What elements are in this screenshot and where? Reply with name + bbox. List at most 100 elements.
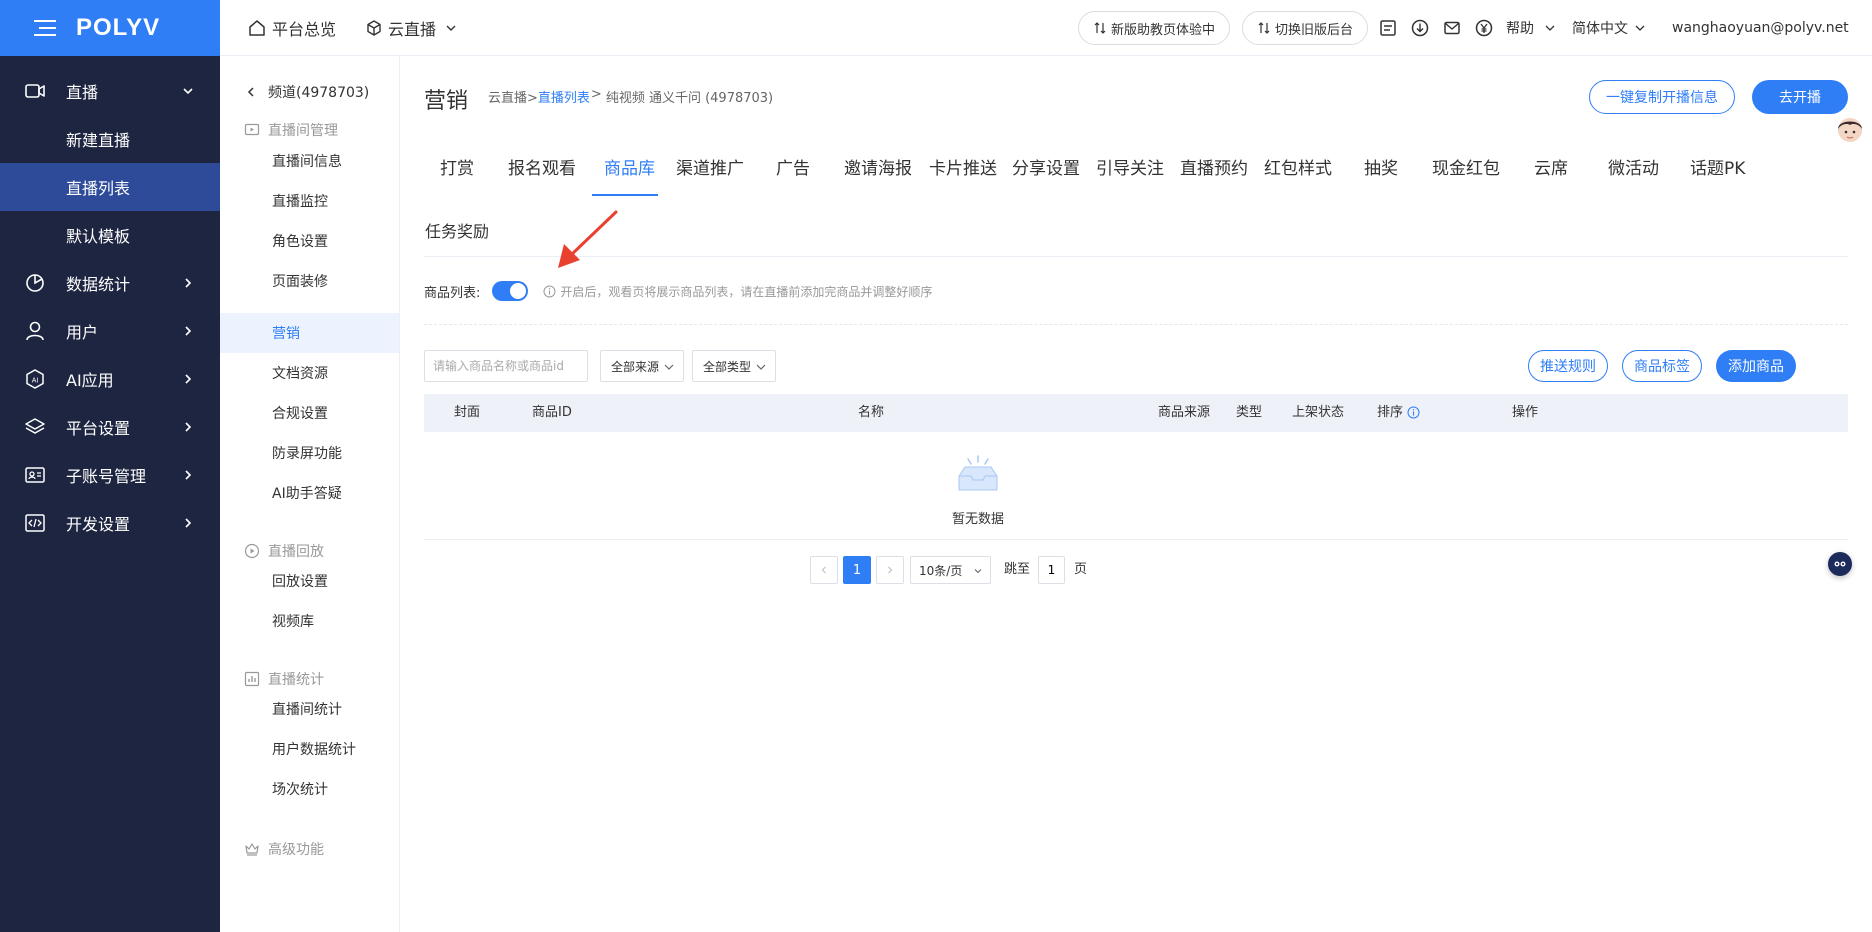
sidebar-item-live-list[interactable]: 直播列表 bbox=[0, 163, 220, 211]
platform-overview-link[interactable]: 平台总览 bbox=[248, 0, 336, 56]
breadcrumb-root[interactable]: 云直播> bbox=[488, 87, 538, 106]
copy-live-info-button[interactable]: 一键复制开播信息 bbox=[1589, 80, 1735, 114]
subnav-group-advanced: 高级功能 bbox=[244, 839, 324, 859]
subnav-item-room-stats[interactable]: 直播间统计 bbox=[220, 689, 399, 729]
subnav-item-video-library[interactable]: 视频库 bbox=[220, 601, 399, 641]
sidebar-group-label: 平台设置 bbox=[66, 419, 131, 438]
product-tags-button[interactable]: 商品标签 bbox=[1622, 350, 1702, 382]
tab-card-push[interactable]: 卡片推送 bbox=[929, 154, 997, 196]
add-product-button[interactable]: 添加商品 bbox=[1716, 350, 1796, 382]
sidebar-group-user[interactable]: 用户 bbox=[0, 307, 220, 355]
help-dropdown[interactable]: 帮助 bbox=[1506, 0, 1562, 56]
sidebar-group-label: 子账号管理 bbox=[66, 467, 147, 486]
mail-icon[interactable] bbox=[1442, 18, 1462, 38]
cloud-live-dropdown[interactable]: 云直播 bbox=[366, 0, 464, 56]
prev-page-button[interactable] bbox=[810, 556, 838, 584]
tab-invite-poster[interactable]: 邀请海报 bbox=[844, 154, 912, 196]
sidebar-group-dev-settings[interactable]: 开发设置 bbox=[0, 499, 220, 547]
subnav-item-playback-settings[interactable]: 回放设置 bbox=[220, 561, 399, 601]
download-icon[interactable] bbox=[1410, 18, 1430, 38]
tab-cash-red-packet[interactable]: 现金红包 bbox=[1432, 154, 1500, 196]
switch-old-backend-button[interactable]: 切换旧版后台 bbox=[1242, 11, 1369, 45]
new-assistant-page-button[interactable]: 新版助教页体验中 bbox=[1078, 11, 1231, 45]
subnav-item-ai-assistant[interactable]: AI助手答疑 bbox=[220, 473, 399, 513]
hamburger-menu-icon[interactable] bbox=[34, 19, 56, 37]
tab-micro-activity[interactable]: 微活动 bbox=[1608, 154, 1659, 196]
subnav-item-role-settings[interactable]: 角色设置 bbox=[220, 221, 399, 261]
tab-guide-follow[interactable]: 引导关注 bbox=[1096, 154, 1164, 196]
svg-text:AI: AI bbox=[32, 378, 39, 385]
language-dropdown[interactable]: 简体中文 bbox=[1572, 0, 1652, 56]
jump-page-input[interactable] bbox=[1038, 556, 1065, 584]
subnav-item-live-monitor[interactable]: 直播监控 bbox=[220, 181, 399, 221]
sidebar-group-platform-settings[interactable]: 平台设置 bbox=[0, 403, 220, 451]
main-content: 营销 云直播> 直播列表 > 纯视频 通义千问 (4978703) 一键复制开播… bbox=[400, 56, 1872, 932]
column-type: 类型 bbox=[1236, 405, 1263, 420]
next-page-button[interactable] bbox=[876, 556, 904, 584]
breadcrumb-current: 纯视频 通义千问 (4978703) bbox=[605, 91, 774, 106]
sidebar-group-data-stats[interactable]: 数据统计 bbox=[0, 259, 220, 307]
sidebar-group-label: 数据统计 bbox=[66, 275, 131, 294]
ai-bot-float-button[interactable] bbox=[1828, 552, 1852, 576]
sidebar-item-default-template[interactable]: 默认模板 bbox=[0, 211, 220, 259]
sidebar-group-sub-accounts[interactable]: 子账号管理 bbox=[0, 451, 220, 499]
tab-channel-promotion[interactable]: 渠道推广 bbox=[676, 154, 744, 196]
document-icon[interactable] bbox=[1378, 18, 1398, 38]
chevron-down-icon bbox=[664, 364, 674, 370]
chevron-right-icon bbox=[185, 278, 192, 288]
yen-icon[interactable] bbox=[1474, 18, 1494, 38]
product-search-input[interactable] bbox=[424, 350, 588, 382]
subnav-item-user-data-stats[interactable]: 用户数据统计 bbox=[220, 729, 399, 769]
subnav-item-marketing[interactable]: 营销 bbox=[220, 313, 399, 353]
subnav-group-room-mgmt: 直播间管理 bbox=[244, 120, 338, 140]
account-menu[interactable]: wanghaoyuan@polyv.net bbox=[1672, 0, 1849, 56]
tab-lottery[interactable]: 抽奖 bbox=[1364, 154, 1398, 196]
bot-eyes-icon bbox=[1834, 561, 1846, 567]
tab-task-reward[interactable]: 任务奖励 bbox=[425, 218, 489, 260]
tab-live-reservation[interactable]: 直播预约 bbox=[1180, 154, 1248, 196]
back-to-channel[interactable]: 频道(4978703) bbox=[244, 82, 369, 102]
info-icon[interactable] bbox=[1407, 406, 1420, 419]
go-live-button[interactable]: 去开播 bbox=[1752, 80, 1848, 114]
subnav-item-anti-recording[interactable]: 防录屏功能 bbox=[220, 433, 399, 473]
page-size-value: 10条/页 bbox=[919, 563, 963, 578]
tab-cloud-seat[interactable]: 云席 bbox=[1534, 154, 1568, 196]
subnav-item-page-decoration[interactable]: 页面装修 bbox=[220, 261, 399, 301]
type-filter-value: 全部类型 bbox=[703, 359, 752, 374]
subnav-item-compliance[interactable]: 合规设置 bbox=[220, 393, 399, 433]
sidebar-group-ai[interactable]: AI AI应用 bbox=[0, 355, 220, 403]
subnav-group-stats: 直播统计 bbox=[244, 669, 324, 689]
tab-ads[interactable]: 广告 bbox=[776, 154, 810, 196]
product-list-label: 商品列表: bbox=[424, 285, 481, 301]
chevron-down-icon bbox=[446, 25, 456, 31]
column-sort: 排序 bbox=[1377, 394, 1420, 432]
page-number-current[interactable]: 1 bbox=[843, 556, 871, 584]
subnav-item-session-stats[interactable]: 场次统计 bbox=[220, 769, 399, 809]
sidebar-group-live[interactable]: 直播 bbox=[0, 67, 220, 115]
cloud-live-label: 云直播 bbox=[388, 20, 437, 39]
subnav-item-documents[interactable]: 文档资源 bbox=[220, 353, 399, 393]
breadcrumb-live-list[interactable]: 直播列表 bbox=[538, 87, 590, 106]
page-size-select[interactable]: 10条/页 bbox=[910, 556, 991, 584]
tab-red-packet-style[interactable]: 红包样式 bbox=[1264, 154, 1332, 196]
source-filter-select[interactable]: 全部来源 bbox=[600, 350, 684, 382]
chevron-right-icon bbox=[185, 374, 192, 384]
tab-product-library[interactable]: 商品库 bbox=[604, 154, 655, 196]
push-rules-button[interactable]: 推送规则 bbox=[1528, 350, 1608, 382]
subnav-item-room-info[interactable]: 直播间信息 bbox=[220, 141, 399, 181]
tabs-divider bbox=[424, 256, 1848, 257]
tab-share-settings[interactable]: 分享设置 bbox=[1012, 154, 1080, 196]
table-bottom-border bbox=[424, 539, 1848, 540]
product-list-switch[interactable] bbox=[492, 281, 529, 301]
switch-knob bbox=[510, 283, 527, 299]
home-icon bbox=[249, 20, 265, 36]
tab-registration[interactable]: 报名观看 bbox=[508, 154, 576, 196]
type-filter-select[interactable]: 全部类型 bbox=[692, 350, 776, 382]
sidebar-item-new-live[interactable]: 新建直播 bbox=[0, 115, 220, 163]
tab-reward[interactable]: 打赏 bbox=[440, 154, 474, 196]
sidebar-group-label: AI应用 bbox=[66, 371, 114, 390]
polyv-logo: POLYV bbox=[76, 14, 161, 41]
tab-topic-pk[interactable]: 话题PK bbox=[1690, 154, 1745, 196]
channel-subnav: 频道(4978703) 直播间管理 直播间信息 直播监控 角色设置 页面装修 观… bbox=[220, 56, 400, 932]
assistant-avatar-icon[interactable] bbox=[1837, 116, 1863, 146]
